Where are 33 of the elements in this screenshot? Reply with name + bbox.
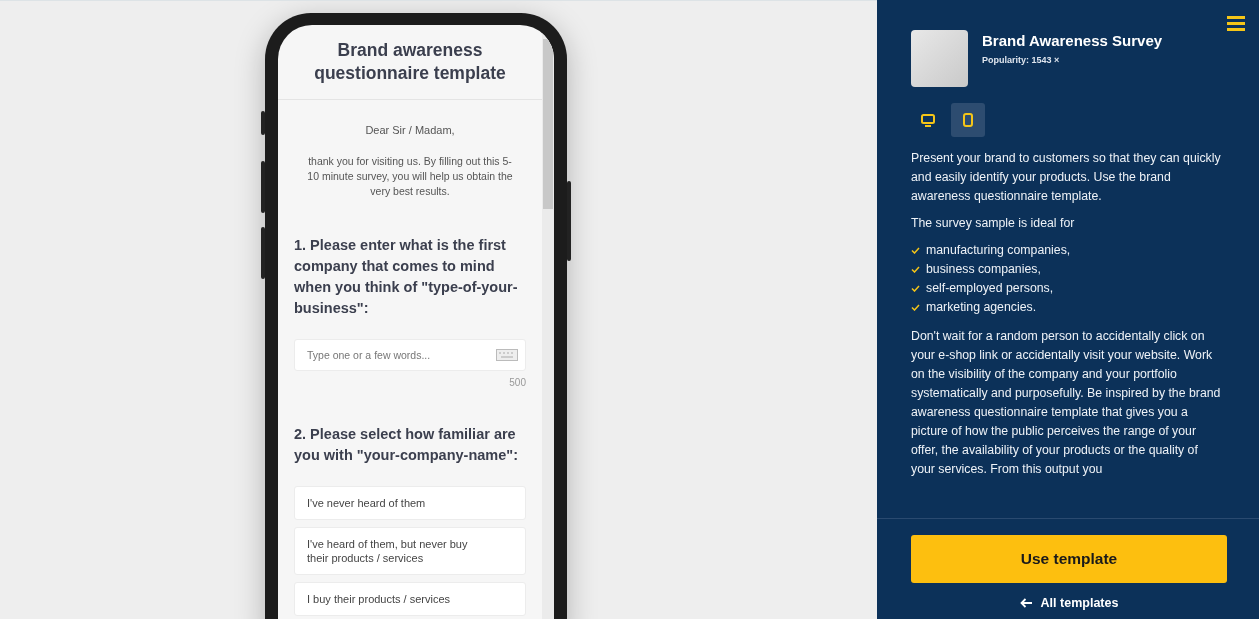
answer-option[interactable]: I've heard of them, but never buy their products / services bbox=[294, 527, 526, 575]
photo-placeholder bbox=[911, 30, 968, 87]
use-template-button[interactable]: Use template bbox=[911, 535, 1227, 583]
check-icon bbox=[911, 247, 920, 254]
answer-option[interactable]: I've never heard of them bbox=[294, 486, 526, 520]
scrollbar-thumb[interactable] bbox=[543, 39, 553, 209]
intro-text: thank you for visiting us. By filling out this 5-10 minute survey, you will help us obtain the very best results. bbox=[306, 154, 514, 199]
check-icon bbox=[911, 285, 920, 292]
character-limit: 500 bbox=[508, 377, 526, 388]
greeting-text: Dear Sir / Madam, bbox=[364, 124, 456, 136]
check-icon bbox=[911, 304, 920, 311]
answer-field[interactable]: Type one or a few words... bbox=[294, 339, 526, 371]
template-title: Brand Awareness Survey bbox=[982, 32, 1164, 49]
popularity-text: Popularity: 1543 × bbox=[982, 55, 1061, 65]
description-text: Don't wait for a random person to accidentally click on your e-shop link or accidentally visit your website. Work on the visibility of the company and your portfolio systematically and purposefully. Be inspired by the brand awareness questionnaire template that gives you a picture of how the public perceives the range of your offer, the availability of your products or the quality of your services. From this output you bbox=[911, 328, 1222, 478]
arrow-left-icon bbox=[1019, 598, 1033, 608]
description-text: Present your brand to customers so that they can quickly and easily identify your products. Use the brand awareness questionnaire template. bbox=[911, 150, 1222, 205]
list-item-text: business companies, bbox=[926, 261, 1041, 278]
all-templates-link[interactable]: All templates bbox=[1019, 596, 1119, 610]
monitor-icon bbox=[921, 113, 935, 127]
question-title: 1. Please enter what is the first company that comes to mind when you think of "type-of-your-business": bbox=[294, 236, 519, 318]
survey-title: Brand awareness questionnaire template bbox=[313, 39, 507, 85]
list-item-text: manufacturing companies, bbox=[926, 242, 1071, 259]
check-icon bbox=[911, 266, 920, 273]
list-item-text: self-employed persons, bbox=[926, 280, 1054, 297]
keyboard-icon bbox=[496, 349, 518, 361]
answer-option[interactable]: I buy their products / services bbox=[294, 582, 526, 616]
list-item-text: marketing agencies. bbox=[926, 299, 1037, 316]
question-title: 2. Please select how familiar are you with "your-company-name": bbox=[294, 425, 520, 465]
list-heading: The survey sample is ideal for bbox=[911, 215, 1076, 232]
phone-icon bbox=[963, 113, 973, 127]
menu-icon[interactable] bbox=[1227, 16, 1245, 31]
mobile-view-button[interactable] bbox=[951, 103, 985, 137]
